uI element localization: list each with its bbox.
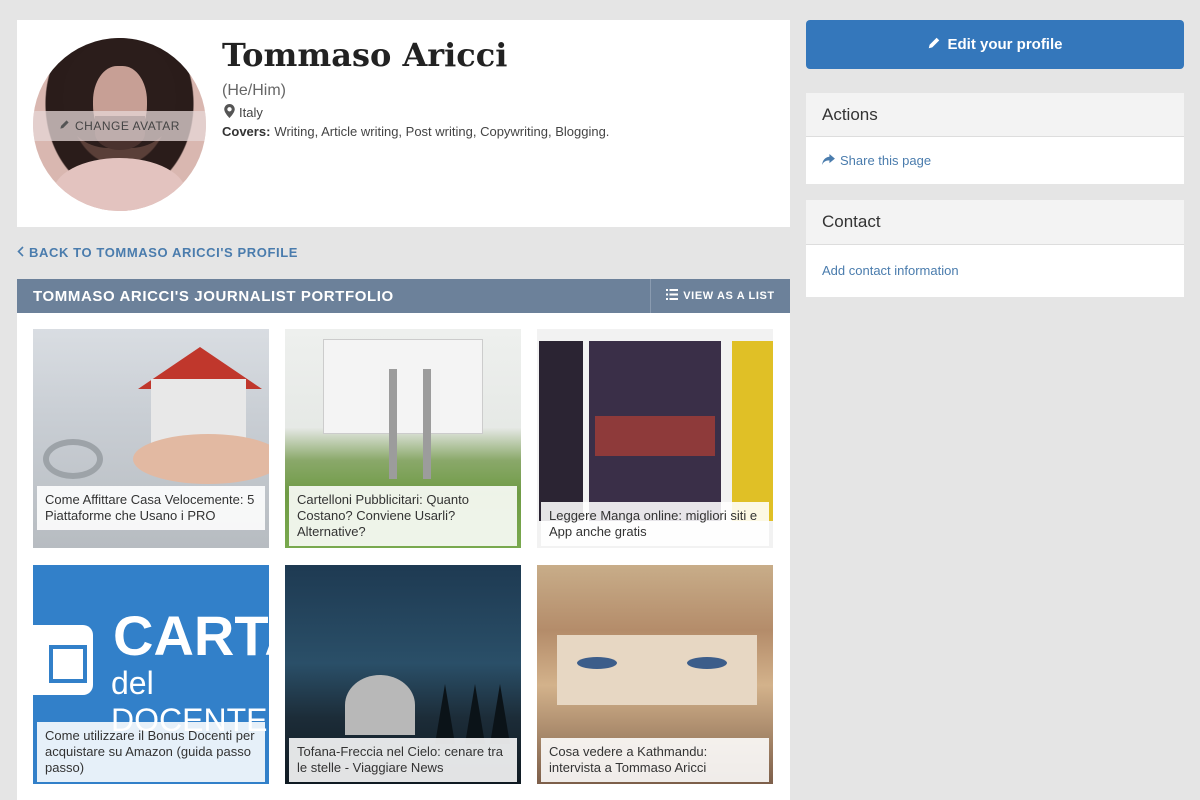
portfolio-title: TOMMASO ARICCI'S JOURNALIST PORTFOLIO xyxy=(33,287,394,305)
pencil-icon xyxy=(927,36,941,54)
portfolio-item[interactable]: Cosa vedere a Kathmandu: intervista a To… xyxy=(537,565,773,784)
back-to-profile-link[interactable]: BACK TO TOMMASO ARICCI'S PROFILE xyxy=(17,245,298,260)
actions-header: Actions xyxy=(806,93,1184,137)
portfolio-item[interactable]: CARTA del DOCENTE Come utilizzare il Bon… xyxy=(33,565,269,784)
stupa-image xyxy=(557,635,757,705)
stupa-eye xyxy=(687,657,727,669)
phone-screenshot xyxy=(539,341,583,521)
portfolio-item[interactable]: Leggere Manga online: migliori siti e Ap… xyxy=(537,329,773,548)
portfolio-item[interactable]: Tofana-Freccia nel Cielo: cenare tra le … xyxy=(285,565,521,784)
hand-image xyxy=(133,434,269,484)
change-avatar-label: CHANGE AVATAR xyxy=(75,119,180,133)
chevron-left-icon xyxy=(17,245,24,260)
avatar[interactable]: CHANGE AVATAR xyxy=(33,38,206,211)
billboard-pole xyxy=(423,369,431,479)
add-contact-link[interactable]: Add contact information xyxy=(822,263,959,278)
covers: Covers: Writing, Article writing, Post wr… xyxy=(222,124,609,139)
list-icon xyxy=(666,289,679,303)
portfolio-item-title: Cosa vedere a Kathmandu: intervista a To… xyxy=(541,738,769,782)
map-pin-icon xyxy=(224,104,235,121)
portfolio-item-title: Tofana-Freccia nel Cielo: cenare tra le … xyxy=(289,738,517,782)
pronouns: (He/Him) xyxy=(222,82,286,99)
avatar-shirt xyxy=(53,158,186,211)
change-avatar-button[interactable]: CHANGE AVATAR xyxy=(33,111,206,141)
portfolio-item[interactable]: Come Affittare Casa Velocemente: 5 Piatt… xyxy=(33,329,269,548)
actions-panel: Actions Share this page xyxy=(806,93,1184,184)
portfolio-panel: TOMMASO ARICCI'S JOURNALIST PORTFOLIO VI… xyxy=(17,279,790,800)
phone-screenshot xyxy=(589,341,721,521)
stupa-eye xyxy=(577,657,617,669)
contact-header: Contact xyxy=(806,200,1184,245)
actions-title: Actions xyxy=(822,104,878,124)
portfolio-item-title: Come Affittare Casa Velocemente: 5 Piatt… xyxy=(37,486,265,530)
share-label: Share this page xyxy=(840,153,932,168)
back-link-label: BACK TO TOMMASO ARICCI'S PROFILE xyxy=(29,245,299,260)
billboard-image xyxy=(323,339,483,434)
portfolio-item-title: Come utilizzare il Bonus Docenti per acq… xyxy=(37,722,265,782)
location-text: Italy xyxy=(239,105,263,120)
billboard-pole xyxy=(389,369,397,479)
tree-image xyxy=(490,684,510,744)
pencil-icon xyxy=(59,119,70,133)
profile-card: CHANGE AVATAR Tommaso Aricci (He/Him) It… xyxy=(17,20,790,227)
profile-name: Tommaso Aricci xyxy=(222,36,508,74)
keys-image xyxy=(43,439,103,479)
tree-image xyxy=(465,684,485,744)
qr-code-icon xyxy=(33,625,93,695)
covers-value: Writing, Article writing, Post writing, … xyxy=(274,124,610,139)
edit-profile-label: Edit your profile xyxy=(947,36,1063,53)
share-page-link[interactable]: Share this page xyxy=(822,153,931,168)
carta-text: CARTA xyxy=(113,604,269,667)
share-icon xyxy=(822,153,835,168)
portfolio-header: TOMMASO ARICCI'S JOURNALIST PORTFOLIO VI… xyxy=(17,279,790,313)
observatory-image xyxy=(345,675,415,735)
contact-panel: Contact Add contact information xyxy=(806,200,1184,297)
portfolio-item-title: Leggere Manga online: migliori siti e Ap… xyxy=(541,502,769,546)
view-as-list-label: VIEW AS A LIST xyxy=(683,290,775,302)
edit-profile-button[interactable]: Edit your profile xyxy=(806,20,1184,69)
contact-title: Contact xyxy=(822,212,881,231)
location: Italy xyxy=(224,104,263,121)
portfolio-item[interactable]: Cartelloni Pubblicitari: Quanto Costano?… xyxy=(285,329,521,548)
tree-image xyxy=(435,684,455,744)
portfolio-item-title: Cartelloni Pubblicitari: Quanto Costano?… xyxy=(289,486,517,546)
manga-cover xyxy=(732,341,773,521)
view-as-list-button[interactable]: VIEW AS A LIST xyxy=(650,279,790,313)
covers-label: Covers: xyxy=(222,124,271,139)
